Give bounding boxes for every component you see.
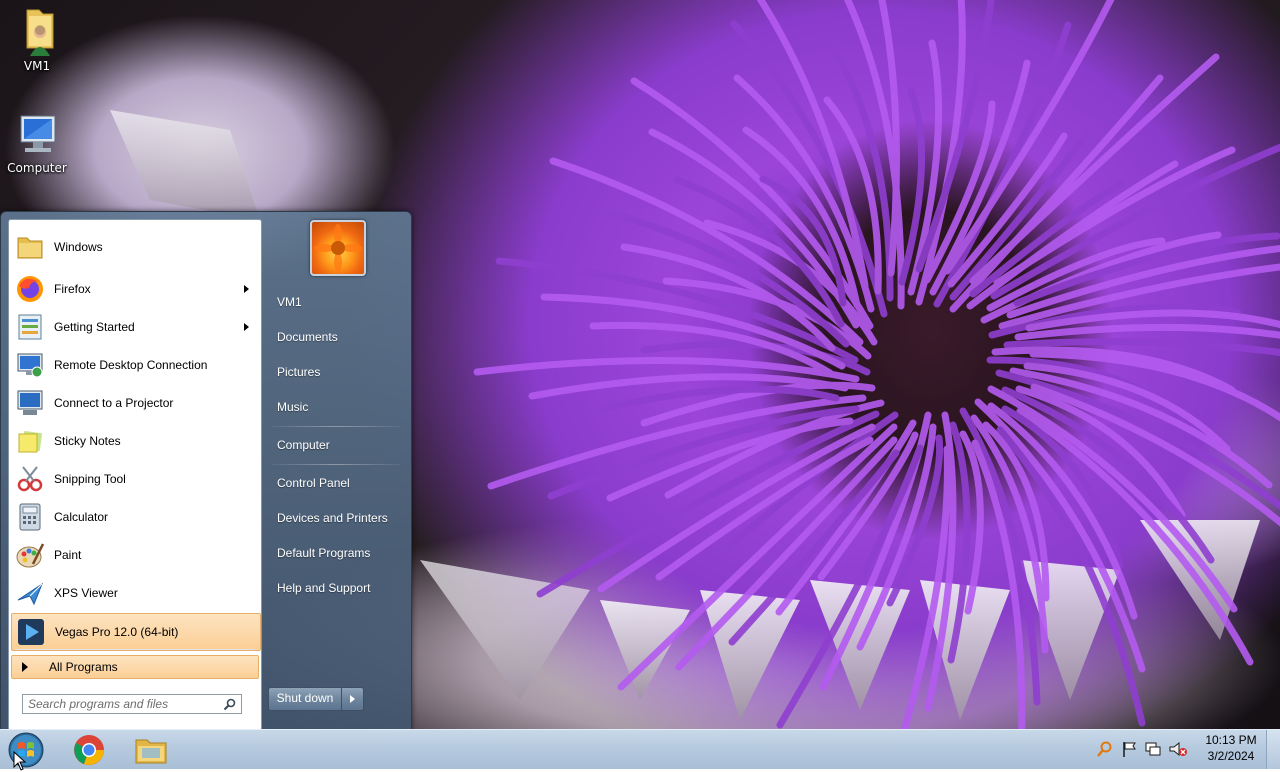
program-label: Getting Started <box>54 320 135 334</box>
program-label: Firefox <box>54 282 91 296</box>
remote-desktop-icon <box>14 349 46 381</box>
right-separator <box>271 464 401 465</box>
start-link-music[interactable]: Music <box>269 393 403 421</box>
program-label: Calculator <box>54 510 109 524</box>
start-program-vegas-pro[interactable]: Vegas Pro 12.0 (64-bit) <box>11 613 261 651</box>
start-program-calculator[interactable]: Calculator <box>11 499 259 535</box>
desktop-icon-computer[interactable]: Computer <box>0 112 74 175</box>
program-label: Snipping Tool <box>54 472 126 486</box>
programs-separator <box>15 649 255 650</box>
start-link-control-panel[interactable]: Control Panel <box>269 469 403 497</box>
start-program-firefox[interactable]: Firefox <box>11 271 259 307</box>
chrome-icon <box>74 734 104 765</box>
paint-palette-icon <box>14 539 46 571</box>
network-icon[interactable] <box>1144 740 1162 761</box>
clock-time: 10:13 PM <box>1205 733 1257 747</box>
scissors-icon <box>14 463 46 495</box>
xps-viewer-icon <box>14 577 46 609</box>
show-desktop-button[interactable] <box>1266 730 1280 769</box>
calculator-icon <box>14 501 46 533</box>
start-link-documents[interactable]: Documents <box>269 323 403 351</box>
start-program-projector[interactable]: Connect to a Projector <box>11 385 259 421</box>
explorer-folder-icon <box>135 739 167 763</box>
chevron-right-icon <box>350 695 355 703</box>
program-label: Sticky Notes <box>54 434 121 448</box>
shutdown-button[interactable]: Shut down <box>269 688 342 710</box>
notification-area <box>1096 740 1188 760</box>
mouse-cursor-icon <box>13 751 27 771</box>
program-label: Paint <box>54 548 82 562</box>
start-link-pictures[interactable]: Pictures <box>269 358 403 386</box>
flag-icon[interactable] <box>1120 740 1138 761</box>
start-link-devices-printers[interactable]: Devices and Printers <box>269 504 403 532</box>
shutdown-button-group: Shut down <box>268 687 364 711</box>
start-program-xps-viewer[interactable]: XPS Viewer <box>11 575 259 611</box>
all-programs-label: All Programs <box>49 660 118 674</box>
program-label: Connect to a Projector <box>54 396 174 410</box>
search-placeholder: Search programs and files <box>28 697 169 711</box>
start-program-remote-desktop[interactable]: Remote Desktop Connection <box>11 347 259 383</box>
start-program-paint[interactable]: Paint <box>11 537 259 573</box>
search-icon[interactable] <box>1096 740 1114 761</box>
firefox-icon <box>14 273 46 305</box>
flower-avatar-icon <box>314 224 362 272</box>
taskbar: 10:13 PM 3/2/2024 <box>0 729 1280 769</box>
folder-icon <box>14 231 46 263</box>
system-clock[interactable]: 10:13 PM 3/2/2024 <box>1196 732 1266 764</box>
program-label: Vegas Pro 12.0 (64-bit) <box>55 625 179 639</box>
start-link-computer[interactable]: Computer <box>269 431 403 459</box>
taskbar-explorer-button[interactable] <box>124 731 178 768</box>
user-picture-avatar[interactable] <box>310 220 366 276</box>
start-program-sticky-notes[interactable]: Sticky Notes <box>11 423 259 459</box>
taskbar-chrome-button[interactable] <box>62 731 116 768</box>
submenu-arrow-icon <box>244 323 249 331</box>
expand-arrow-icon <box>22 662 28 672</box>
submenu-arrow-icon <box>244 285 249 293</box>
start-program-getting-started[interactable]: Getting Started <box>11 309 259 345</box>
search-icon[interactable] <box>223 698 236 714</box>
play-icon <box>15 616 47 648</box>
all-programs-button[interactable]: All Programs <box>11 655 259 679</box>
start-link-vm1[interactable]: VM1 <box>269 288 403 316</box>
getting-started-icon <box>14 311 46 343</box>
shutdown-options-button[interactable] <box>342 688 363 710</box>
start-menu-programs-pane: Windows Firefox Getting Started Remote D… <box>8 219 262 731</box>
start-program-windows[interactable]: Windows <box>11 229 259 265</box>
clock-date: 3/2/2024 <box>1207 749 1255 763</box>
desktop-icon-label: Computer <box>7 161 67 175</box>
start-link-default-programs[interactable]: Default Programs <box>269 539 403 567</box>
computer-icon <box>0 112 74 161</box>
program-label: XPS Viewer <box>54 586 118 600</box>
search-input[interactable]: Search programs and files <box>22 694 242 714</box>
program-label: Windows <box>54 240 103 254</box>
sticky-notes-icon <box>14 425 46 457</box>
desktop-icon-label: VM1 <box>23 59 51 73</box>
volume-muted-icon[interactable] <box>1168 740 1188 761</box>
projector-icon <box>14 387 46 419</box>
desktop-icon-vm1[interactable]: VM1 <box>0 4 74 73</box>
start-menu: Windows Firefox Getting Started Remote D… <box>0 211 412 731</box>
start-link-help-support[interactable]: Help and Support <box>269 574 403 602</box>
program-label: Remote Desktop Connection <box>54 358 208 372</box>
right-separator <box>271 426 401 427</box>
start-program-snipping-tool[interactable]: Snipping Tool <box>11 461 259 497</box>
user-folder-icon <box>0 4 74 59</box>
